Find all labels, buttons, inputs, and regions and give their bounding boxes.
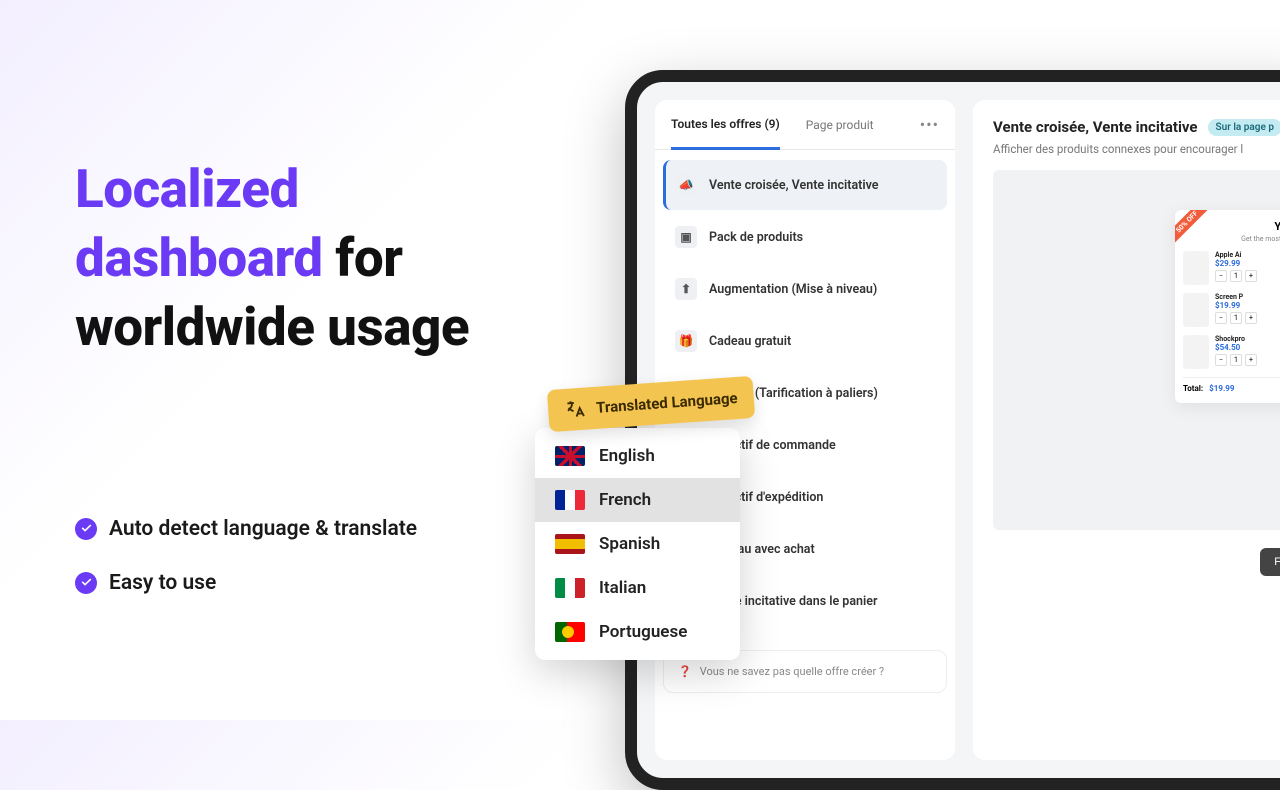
offer-label: Pack de produits bbox=[709, 230, 803, 245]
product-price: $54.50 bbox=[1215, 343, 1280, 352]
help-icon: ❓ bbox=[678, 665, 692, 678]
offer-label: Vente croisée, Vente incitative bbox=[709, 178, 879, 193]
detail-footer: F bbox=[993, 548, 1280, 576]
offer-item-upgrade[interactable]: ⬆ Augmentation (Mise à niveau) bbox=[663, 264, 947, 314]
flag-pt-icon bbox=[555, 622, 585, 642]
preview-product: Screen P $19.99 −1+ bbox=[1183, 293, 1280, 327]
offer-preview: 50% OFF Yo Get the most o Apple Ai $29.9… bbox=[993, 170, 1280, 530]
product-thumb bbox=[1183, 251, 1209, 285]
language-option-french[interactable]: French bbox=[535, 478, 740, 522]
total-value: $19.99 bbox=[1209, 384, 1234, 393]
product-thumb bbox=[1183, 293, 1209, 327]
language-option-portuguese[interactable]: Portuguese bbox=[535, 610, 740, 654]
language-dropdown[interactable]: English French Spanish Italian Portugues… bbox=[535, 428, 740, 660]
feature-text: Easy to use bbox=[109, 571, 216, 595]
preview-sub: Get the most o bbox=[1183, 235, 1280, 243]
primary-action-button[interactable]: F bbox=[1260, 548, 1280, 576]
offer-label: Cadeau gratuit bbox=[709, 334, 791, 349]
marketing-left-column: Localized dashboard for worldwide usage … bbox=[75, 155, 505, 625]
offer-item-bundle[interactable]: ▣ Pack de produits bbox=[663, 212, 947, 262]
translate-icon bbox=[563, 398, 586, 421]
flag-en-icon bbox=[555, 446, 585, 466]
product-name: Apple Ai bbox=[1215, 251, 1280, 259]
language-option-italian[interactable]: Italian bbox=[535, 566, 740, 610]
offer-label: Augmentation (Mise à niveau) bbox=[709, 282, 877, 297]
headline-accent: Localized dashboard bbox=[75, 158, 323, 289]
product-name: Screen P bbox=[1215, 293, 1280, 301]
detail-subtitle: Afficher des produits connexes pour enco… bbox=[993, 142, 1280, 156]
product-price: $29.99 bbox=[1215, 259, 1280, 268]
gift-icon: 🎁 bbox=[675, 330, 697, 352]
preview-title: Yo bbox=[1183, 220, 1280, 233]
placement-badge: Sur la page p bbox=[1208, 119, 1280, 136]
language-label: French bbox=[599, 490, 651, 510]
feature-item: Easy to use bbox=[75, 571, 505, 595]
feature-text: Auto detect language & translate bbox=[109, 517, 417, 541]
offer-item-free-gift[interactable]: 🎁 Cadeau gratuit bbox=[663, 316, 947, 366]
translated-language-label: Translated Language bbox=[596, 389, 739, 417]
feature-list: Auto detect language & translate Easy to… bbox=[75, 517, 505, 595]
check-icon bbox=[75, 572, 97, 594]
language-label: English bbox=[599, 446, 655, 466]
detail-header: Vente croisée, Vente incitative Sur la p… bbox=[993, 118, 1280, 136]
offer-detail-panel: Vente croisée, Vente incitative Sur la p… bbox=[973, 100, 1280, 760]
preview-product: Shockpro $54.50 −1+ bbox=[1183, 335, 1280, 369]
language-option-english[interactable]: English bbox=[535, 434, 740, 478]
language-label: Italian bbox=[599, 578, 646, 598]
preview-product: Apple Ai $29.99 −1+ bbox=[1183, 251, 1280, 285]
tab-product-page[interactable]: Page produit bbox=[806, 102, 874, 148]
language-label: Spanish bbox=[599, 534, 660, 554]
dashboard: Toutes les offres (9) Page produit ••• 📣… bbox=[655, 100, 1280, 760]
language-option-spanish[interactable]: Spanish bbox=[535, 522, 740, 566]
hint-text: Vous ne savez pas quelle offre créer ? bbox=[700, 665, 884, 678]
upgrade-icon: ⬆ bbox=[675, 278, 697, 300]
qty-stepper[interactable]: −1+ bbox=[1215, 354, 1280, 366]
tab-more-icon[interactable]: ••• bbox=[920, 115, 939, 134]
preview-widget: 50% OFF Yo Get the most o Apple Ai $29.9… bbox=[1175, 210, 1280, 403]
flag-es-icon bbox=[555, 534, 585, 554]
feature-item: Auto detect language & translate bbox=[75, 517, 505, 541]
headline: Localized dashboard for worldwide usage bbox=[75, 155, 505, 362]
preview-total: Total: $19.99 bbox=[1183, 377, 1280, 393]
flag-fr-icon bbox=[555, 490, 585, 510]
detail-title: Vente croisée, Vente incitative bbox=[993, 118, 1198, 136]
product-price: $19.99 bbox=[1215, 301, 1280, 310]
offers-tabs: Toutes les offres (9) Page produit ••• bbox=[655, 100, 955, 150]
total-label: Total: bbox=[1183, 384, 1203, 393]
flag-it-icon bbox=[555, 578, 585, 598]
offer-item-cross-sell[interactable]: 📣 Vente croisée, Vente incitative bbox=[663, 160, 947, 210]
tab-all-offers[interactable]: Toutes les offres (9) bbox=[671, 101, 780, 150]
language-label: Portuguese bbox=[599, 622, 687, 642]
qty-stepper[interactable]: −1+ bbox=[1215, 270, 1280, 282]
product-name: Shockpro bbox=[1215, 335, 1280, 343]
bundle-icon: ▣ bbox=[675, 226, 697, 248]
check-icon bbox=[75, 518, 97, 540]
product-thumb bbox=[1183, 335, 1209, 369]
qty-stepper[interactable]: −1+ bbox=[1215, 312, 1280, 324]
megaphone-icon: 📣 bbox=[675, 174, 697, 196]
